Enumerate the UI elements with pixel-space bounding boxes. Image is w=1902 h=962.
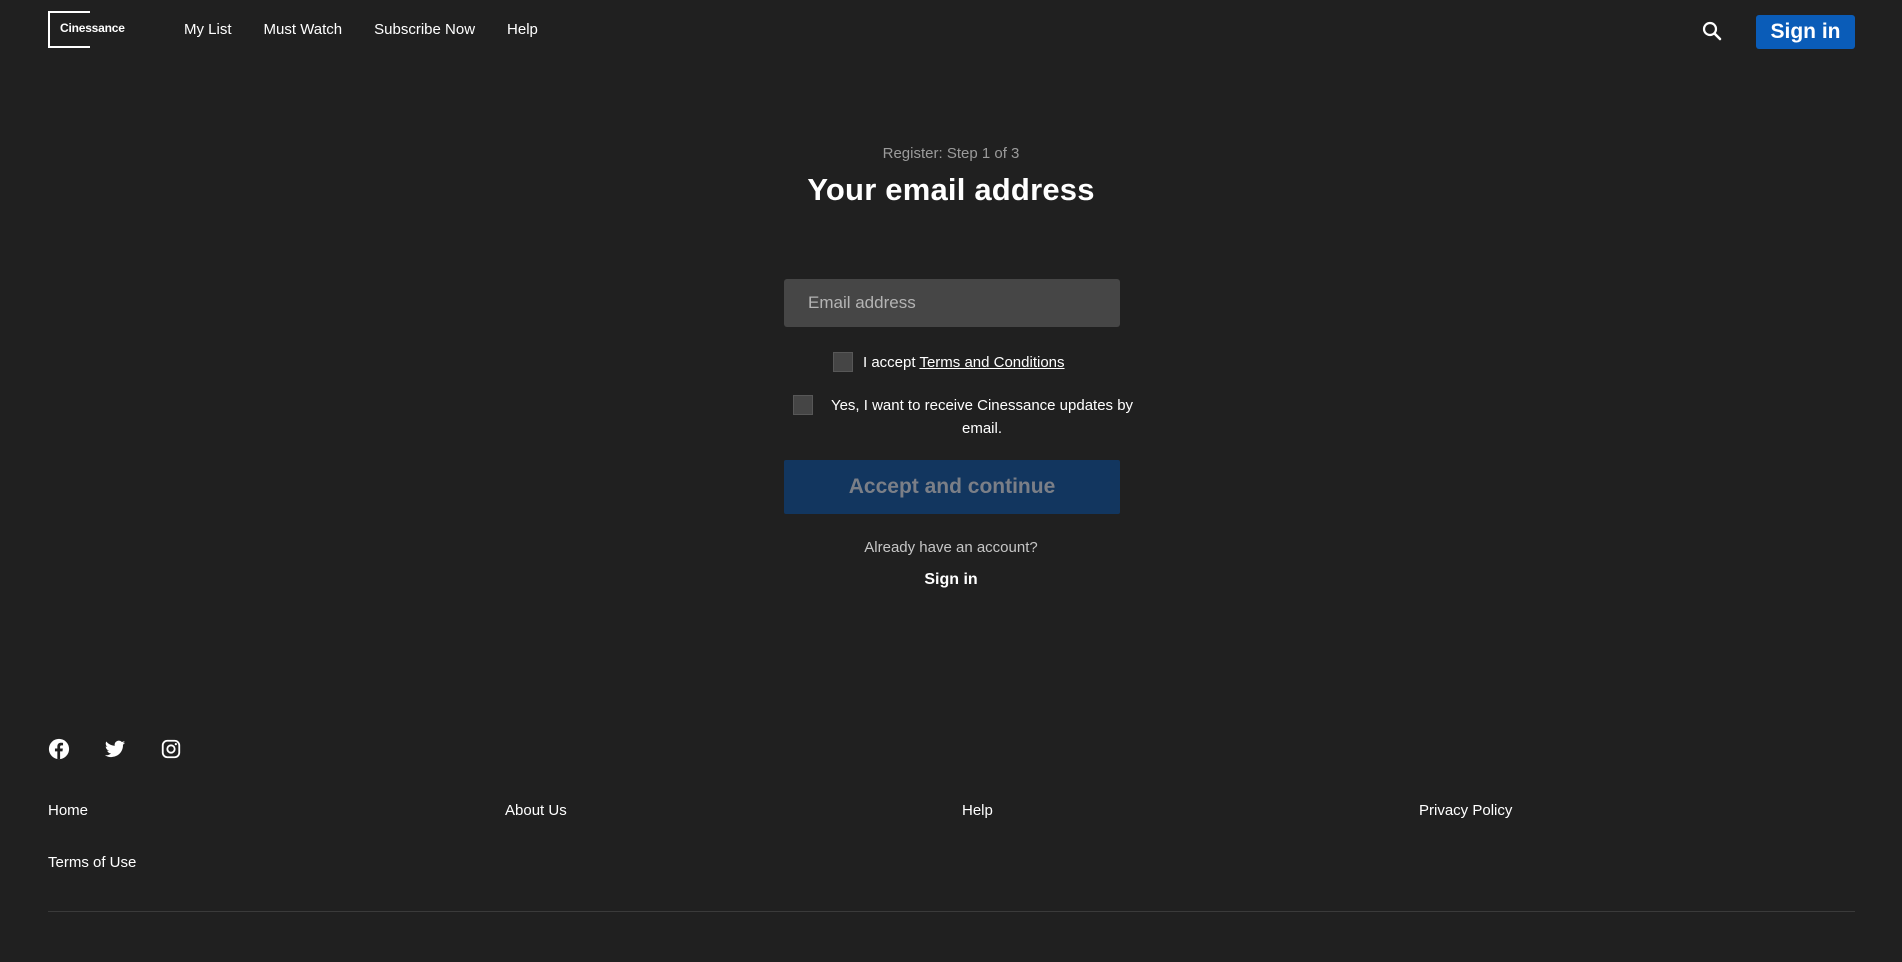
social-links: [48, 738, 182, 760]
page-title: Your email address: [807, 172, 1095, 207]
updates-checkbox[interactable]: [793, 395, 813, 415]
twitter-icon[interactable]: [104, 738, 126, 760]
nav-item-help[interactable]: Help: [507, 21, 538, 38]
updates-label: Yes, I want to receive Cinessance update…: [830, 397, 1134, 437]
header-signin-button[interactable]: Sign in: [1756, 15, 1855, 49]
nav-item-must-watch[interactable]: Must Watch: [264, 21, 343, 38]
footer-link-home[interactable]: Home: [48, 802, 88, 819]
nav-item-subscribe-now[interactable]: Subscribe Now: [374, 21, 475, 38]
terms-link[interactable]: Terms and Conditions: [919, 354, 1064, 371]
footer-link-about-us[interactable]: About Us: [505, 802, 567, 819]
site-header: Cinessance My List Must Watch Subscribe …: [0, 0, 1902, 62]
terms-prefix: I accept: [863, 354, 920, 371]
step-indicator: Register: Step 1 of 3: [882, 145, 1020, 162]
instagram-icon[interactable]: [160, 738, 182, 760]
footer-link-privacy-policy[interactable]: Privacy Policy: [1419, 802, 1512, 819]
cinessance-logo[interactable]: Cinessance: [48, 11, 125, 48]
facebook-icon[interactable]: [48, 738, 70, 760]
updates-checkbox-row: Yes, I want to receive Cinessance update…: [793, 394, 1141, 440]
email-field[interactable]: [784, 279, 1120, 327]
terms-checkbox[interactable]: [833, 352, 853, 372]
terms-checkbox-row: I accept Terms and Conditions: [833, 351, 1065, 374]
footer-link-help[interactable]: Help: [962, 802, 993, 819]
accept-continue-button[interactable]: Accept and continue: [784, 460, 1120, 514]
already-account-text: Already have an account?: [864, 539, 1038, 556]
main-nav: My List Must Watch Subscribe Now Help: [184, 21, 570, 38]
search-button[interactable]: [1701, 20, 1723, 42]
signin-link[interactable]: Sign in: [924, 571, 977, 588]
signin-link-row: Sign in: [0, 571, 1902, 589]
search-icon: [1702, 21, 1722, 41]
logo-text: Cinessance: [60, 21, 125, 35]
footer-link-terms-of-use[interactable]: Terms of Use: [48, 854, 136, 871]
nav-item-my-list[interactable]: My List: [184, 21, 232, 38]
footer-divider: [48, 911, 1855, 912]
terms-label: I accept Terms and Conditions: [863, 351, 1065, 374]
